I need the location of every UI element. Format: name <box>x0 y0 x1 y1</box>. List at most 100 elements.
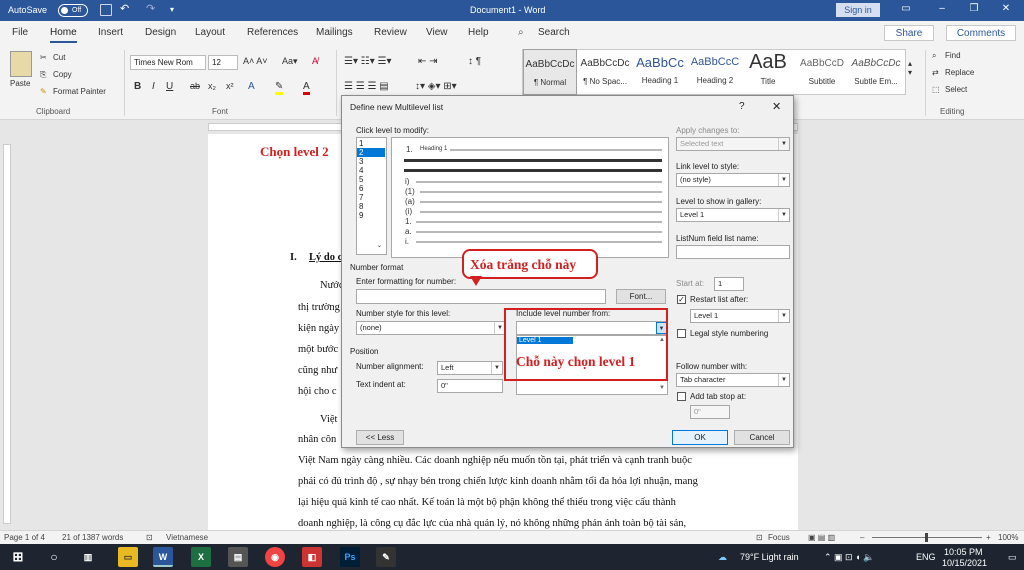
tab-design[interactable]: Design <box>145 27 176 38</box>
file-folder-icon[interactable]: ▤ <box>228 547 248 567</box>
file-explorer-icon[interactable]: ▭ <box>118 547 138 567</box>
save-icon[interactable] <box>100 4 112 16</box>
format-painter-button[interactable]: Format Painter <box>53 87 106 96</box>
language-indicator[interactable]: Vietnamese <box>166 533 208 542</box>
style-heading-1[interactable]: AaBbCc Heading 1 <box>633 49 687 95</box>
clock-date[interactable]: 10/15/2021 <box>942 558 987 568</box>
tab-view[interactable]: View <box>426 27 448 38</box>
level-item[interactable]: 5 <box>359 175 363 184</box>
tray-icons[interactable]: ⌃ ▣ ⊡ ◖ 🔈 <box>824 552 874 563</box>
ribbon-display-icon[interactable]: ▭ <box>898 3 914 17</box>
find-button[interactable]: Find <box>945 51 961 60</box>
subscript-icon[interactable]: x₂ <box>208 81 216 91</box>
tab-stop-spinner[interactable]: 0" <box>690 405 730 419</box>
weather-icon[interactable]: ☁ <box>718 552 727 563</box>
grow-font-icon[interactable]: A˄ A˅ <box>243 56 268 66</box>
chevron-down-icon[interactable]: ⌄ <box>377 242 382 249</box>
customize-qat-icon[interactable]: ▾ <box>170 4 182 16</box>
level-item[interactable]: 9 <box>359 211 363 220</box>
replace-icon[interactable]: ⇄ <box>932 68 939 77</box>
word-app-icon[interactable]: W <box>153 547 173 567</box>
weather-status[interactable]: 79°F Light rain <box>740 552 799 562</box>
text-indent-spinner[interactable]: 0" <box>437 379 503 393</box>
line-spacing-icon[interactable]: ↕▾ ◈▾ ⊞▾ <box>415 81 457 92</box>
close-dialog-button[interactable]: ✕ <box>772 100 781 113</box>
font-color-icon[interactable]: A <box>303 81 310 95</box>
word-count[interactable]: 21 of 1387 words <box>62 533 123 542</box>
tab-insert[interactable]: Insert <box>98 27 123 38</box>
style-normal[interactable]: AaBbCcDc ¶ Normal <box>523 49 577 95</box>
maximize-icon[interactable]: ❐ <box>966 3 982 17</box>
paste-label[interactable]: Paste <box>10 79 30 88</box>
level-item[interactable]: 8 <box>359 202 363 211</box>
vertical-ruler[interactable] <box>0 134 14 530</box>
bullets-icon[interactable]: ☰▾ ☷▾ ☰▾ <box>344 56 392 67</box>
proofing-icon[interactable]: ⊡ <box>146 533 153 542</box>
minimize-icon[interactable]: – <box>934 3 950 17</box>
clock-time[interactable]: 10:05 PM <box>944 547 983 557</box>
number-style-select[interactable]: (none) ▼ <box>356 321 506 335</box>
tab-review[interactable]: Review <box>374 27 407 38</box>
bold-icon[interactable]: B <box>134 81 141 92</box>
superscript-icon[interactable]: x² <box>226 81 234 91</box>
search-icon[interactable]: ○ <box>44 547 64 567</box>
cancel-button[interactable]: Cancel <box>734 430 790 445</box>
tab-layout[interactable]: Layout <box>195 27 225 38</box>
comments-button[interactable]: Comments <box>946 25 1016 41</box>
strikethrough-icon[interactable]: ab <box>190 81 200 91</box>
search-box[interactable]: Search <box>538 27 570 38</box>
font-size-select[interactable]: 12 <box>208 55 238 70</box>
read-mode-icon[interactable]: ▣ ▤ ▥ <box>808 533 835 542</box>
level-listbox[interactable]: 1 2 3 4 5 6 7 8 9 ⌄ <box>356 137 387 255</box>
help-button[interactable]: ? <box>739 101 745 112</box>
photoshop-icon[interactable]: Ps <box>340 547 360 567</box>
underline-icon[interactable]: U <box>166 81 173 92</box>
language-indicator[interactable]: ENG <box>916 552 936 562</box>
tab-mailings[interactable]: Mailings <box>316 27 353 38</box>
clear-format-icon[interactable]: A̸ <box>312 56 318 66</box>
level-item-selected[interactable]: 2 <box>357 148 385 157</box>
style-subtitle[interactable]: AaBbCcD Subtitle <box>795 49 849 95</box>
indent-icon[interactable]: ⇤ ⇥ <box>418 56 438 67</box>
number-format-input[interactable] <box>356 289 606 304</box>
share-button[interactable]: Share <box>884 25 934 41</box>
replace-button[interactable]: Replace <box>945 68 974 77</box>
close-window-icon[interactable]: ✕ <box>998 3 1014 17</box>
listnum-input[interactable] <box>676 245 790 259</box>
style-title[interactable]: AaB Title <box>741 49 795 95</box>
paste-icon[interactable] <box>10 51 32 77</box>
scroll-down-icon[interactable]: ▼ <box>659 385 665 391</box>
search-icon[interactable]: ⌕ <box>518 27 524 38</box>
tab-file[interactable]: File <box>12 27 28 38</box>
redo-icon[interactable]: ↷ <box>146 3 158 16</box>
app-icon[interactable]: ◧ <box>302 547 322 567</box>
find-icon[interactable]: ⌕ <box>932 51 936 61</box>
style-no-spacing[interactable]: AaBbCcDc ¶ No Spac... <box>578 49 632 95</box>
tab-references[interactable]: References <box>247 27 298 38</box>
select-button[interactable]: Select <box>945 85 967 94</box>
windows-start-icon[interactable]: ⊞ <box>8 547 28 567</box>
copy-icon[interactable]: ⎘ <box>40 70 46 80</box>
level-item[interactable]: 7 <box>359 193 363 202</box>
italic-icon[interactable]: I <box>152 81 155 92</box>
cut-button[interactable]: Cut <box>53 53 65 62</box>
add-tab-stop-checkbox[interactable] <box>677 392 686 401</box>
sort-icon[interactable]: ↕ ¶ <box>468 56 481 67</box>
level-item[interactable]: 4 <box>359 166 363 175</box>
level-item[interactable]: 6 <box>359 184 363 193</box>
page-count[interactable]: Page 1 of 4 <box>4 533 45 542</box>
font-button[interactable]: Font... <box>616 289 666 304</box>
gallery-select[interactable]: Level 1 ▼ <box>676 208 790 222</box>
legal-style-checkbox[interactable] <box>677 329 686 338</box>
zoom-thumb[interactable] <box>925 533 928 542</box>
level-item[interactable]: 3 <box>359 157 363 166</box>
task-view-icon[interactable]: ▥ <box>78 547 98 567</box>
copy-button[interactable]: Copy <box>53 70 72 79</box>
autosave-toggle[interactable]: Off <box>58 4 88 17</box>
less-button[interactable]: << Less <box>356 430 404 445</box>
style-subtle-emphasis[interactable]: AaBbCcDc Subtle Em... <box>849 49 903 95</box>
select-icon[interactable]: ⬚ <box>932 85 940 94</box>
zoom-level[interactable]: 100% <box>998 533 1018 542</box>
alignment-select[interactable]: Left ▼ <box>437 361 503 375</box>
apply-changes-select[interactable]: Selected text ▼ <box>676 137 790 151</box>
